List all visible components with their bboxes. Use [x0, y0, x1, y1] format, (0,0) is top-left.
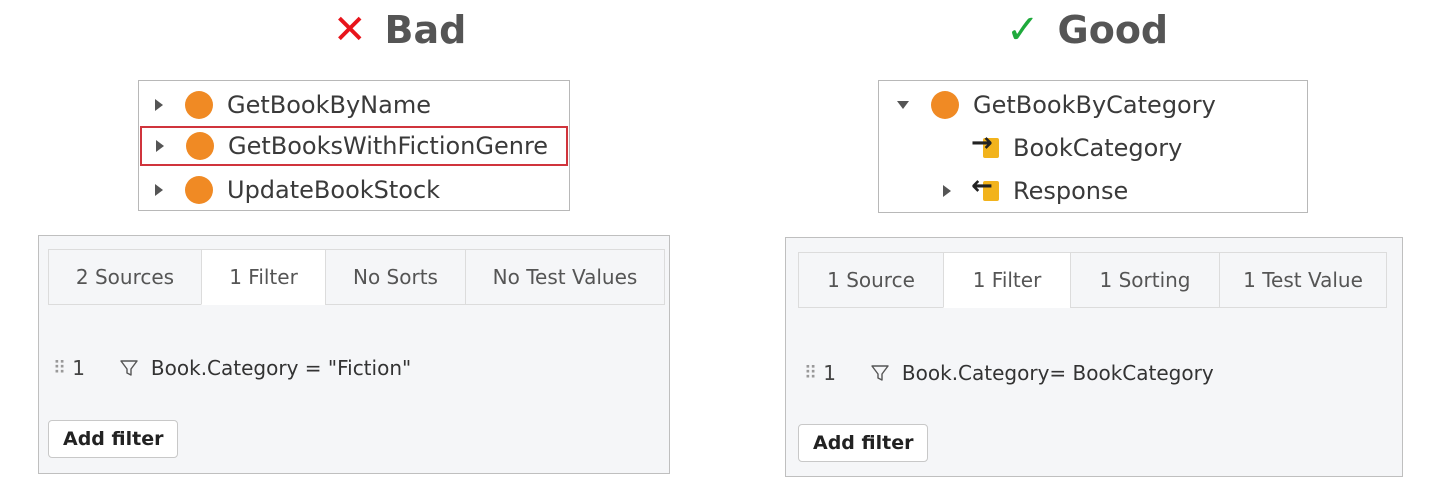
tab-sources[interactable]: 1 Source	[798, 252, 944, 308]
action-dot-icon	[185, 176, 213, 204]
filter-index: 1	[72, 356, 85, 380]
tree-item-response[interactable]: ← Response	[879, 171, 1307, 211]
funnel-icon	[120, 360, 138, 376]
filter-row[interactable]: ⠿ 1 Book.Category = "Fiction"	[53, 356, 411, 380]
tree-item-getbookswithfictiongenre[interactable]: GetBooksWithFictionGenre	[140, 126, 568, 166]
cross-icon: ✕	[333, 7, 367, 53]
tab-label: 1 Test Value	[1243, 268, 1363, 292]
good-aggregate-panel: 1 Source 1 Filter 1 Sorting 1 Test Value…	[785, 237, 1403, 477]
action-dot-icon	[186, 132, 214, 160]
tab-test-values[interactable]: No Test Values	[465, 249, 665, 305]
tab-label: No Test Values	[492, 265, 638, 289]
aggregate-tabs: 1 Source 1 Filter 1 Sorting 1 Test Value	[798, 252, 1387, 308]
tree-item-label: GetBooksWithFictionGenre	[228, 132, 549, 160]
tab-label: 1 Source	[827, 268, 915, 292]
good-label: Good	[1057, 8, 1169, 52]
tab-label: 2 Sources	[75, 265, 175, 289]
tree-item-label: GetBookByCategory	[973, 91, 1216, 119]
tree-item-label: Response	[1013, 177, 1129, 205]
tab-label: No Sorts	[353, 265, 438, 289]
expand-caret-icon[interactable]	[155, 99, 163, 111]
drag-handle-icon[interactable]: ⠿	[804, 363, 817, 384]
tab-sources[interactable]: 2 Sources	[48, 249, 202, 305]
tab-filter[interactable]: 1 Filter	[943, 252, 1071, 308]
action-dot-icon	[185, 91, 213, 119]
tree-item-label: BookCategory	[1013, 134, 1183, 162]
tab-label: 1 Sorting	[1099, 268, 1191, 292]
tree-item-getbookbyname[interactable]: GetBookByName	[139, 85, 569, 125]
good-action-tree: GetBookByCategory → BookCategory ← Respo…	[878, 80, 1308, 213]
tab-label: 1 Filter	[229, 265, 298, 289]
tab-sorting[interactable]: 1 Sorting	[1070, 252, 1220, 308]
drag-handle-icon[interactable]: ⠿	[53, 358, 66, 379]
check-icon: ✓	[1006, 7, 1040, 53]
bad-label: Bad	[384, 8, 467, 52]
tab-filter[interactable]: 1 Filter	[201, 249, 326, 305]
bad-action-tree: GetBookByName GetBooksWithFictionGenre U…	[138, 80, 570, 211]
filter-expression[interactable]: Book.Category = "Fiction"	[151, 356, 411, 380]
good-heading: ✓ Good	[1006, 8, 1168, 52]
filter-row[interactable]: ⠿ 1 Book.Category= BookCategory	[804, 361, 1214, 385]
aggregate-tabs: 2 Sources 1 Filter No Sorts No Test Valu…	[48, 249, 665, 305]
filter-index: 1	[823, 361, 836, 385]
tree-item-bookcategory[interactable]: → BookCategory	[879, 128, 1307, 168]
expand-caret-icon[interactable]	[155, 184, 163, 196]
bad-heading: ✕ Bad	[333, 8, 466, 52]
tree-item-label: UpdateBookStock	[227, 176, 441, 204]
collapse-caret-icon[interactable]	[897, 101, 909, 109]
tab-sorts[interactable]: No Sorts	[325, 249, 466, 305]
tree-item-label: GetBookByName	[227, 91, 431, 119]
tab-test-values[interactable]: 1 Test Value	[1219, 252, 1387, 308]
add-filter-button[interactable]: Add filter	[798, 424, 929, 462]
tree-item-updatebookstock[interactable]: UpdateBookStock	[139, 170, 569, 210]
bad-aggregate-panel: 2 Sources 1 Filter No Sorts No Test Valu…	[38, 235, 670, 474]
input-param-icon: →	[971, 130, 999, 160]
action-dot-icon	[931, 91, 959, 119]
add-filter-button[interactable]: Add filter	[48, 420, 179, 458]
filter-expression[interactable]: Book.Category= BookCategory	[902, 361, 1214, 385]
expand-caret-icon[interactable]	[943, 185, 951, 197]
tab-label: 1 Filter	[972, 268, 1042, 292]
output-param-icon: ←	[971, 173, 999, 203]
expand-caret-icon[interactable]	[156, 140, 164, 152]
funnel-icon	[871, 365, 889, 381]
tree-item-getbookbycategory[interactable]: GetBookByCategory	[879, 85, 1307, 125]
